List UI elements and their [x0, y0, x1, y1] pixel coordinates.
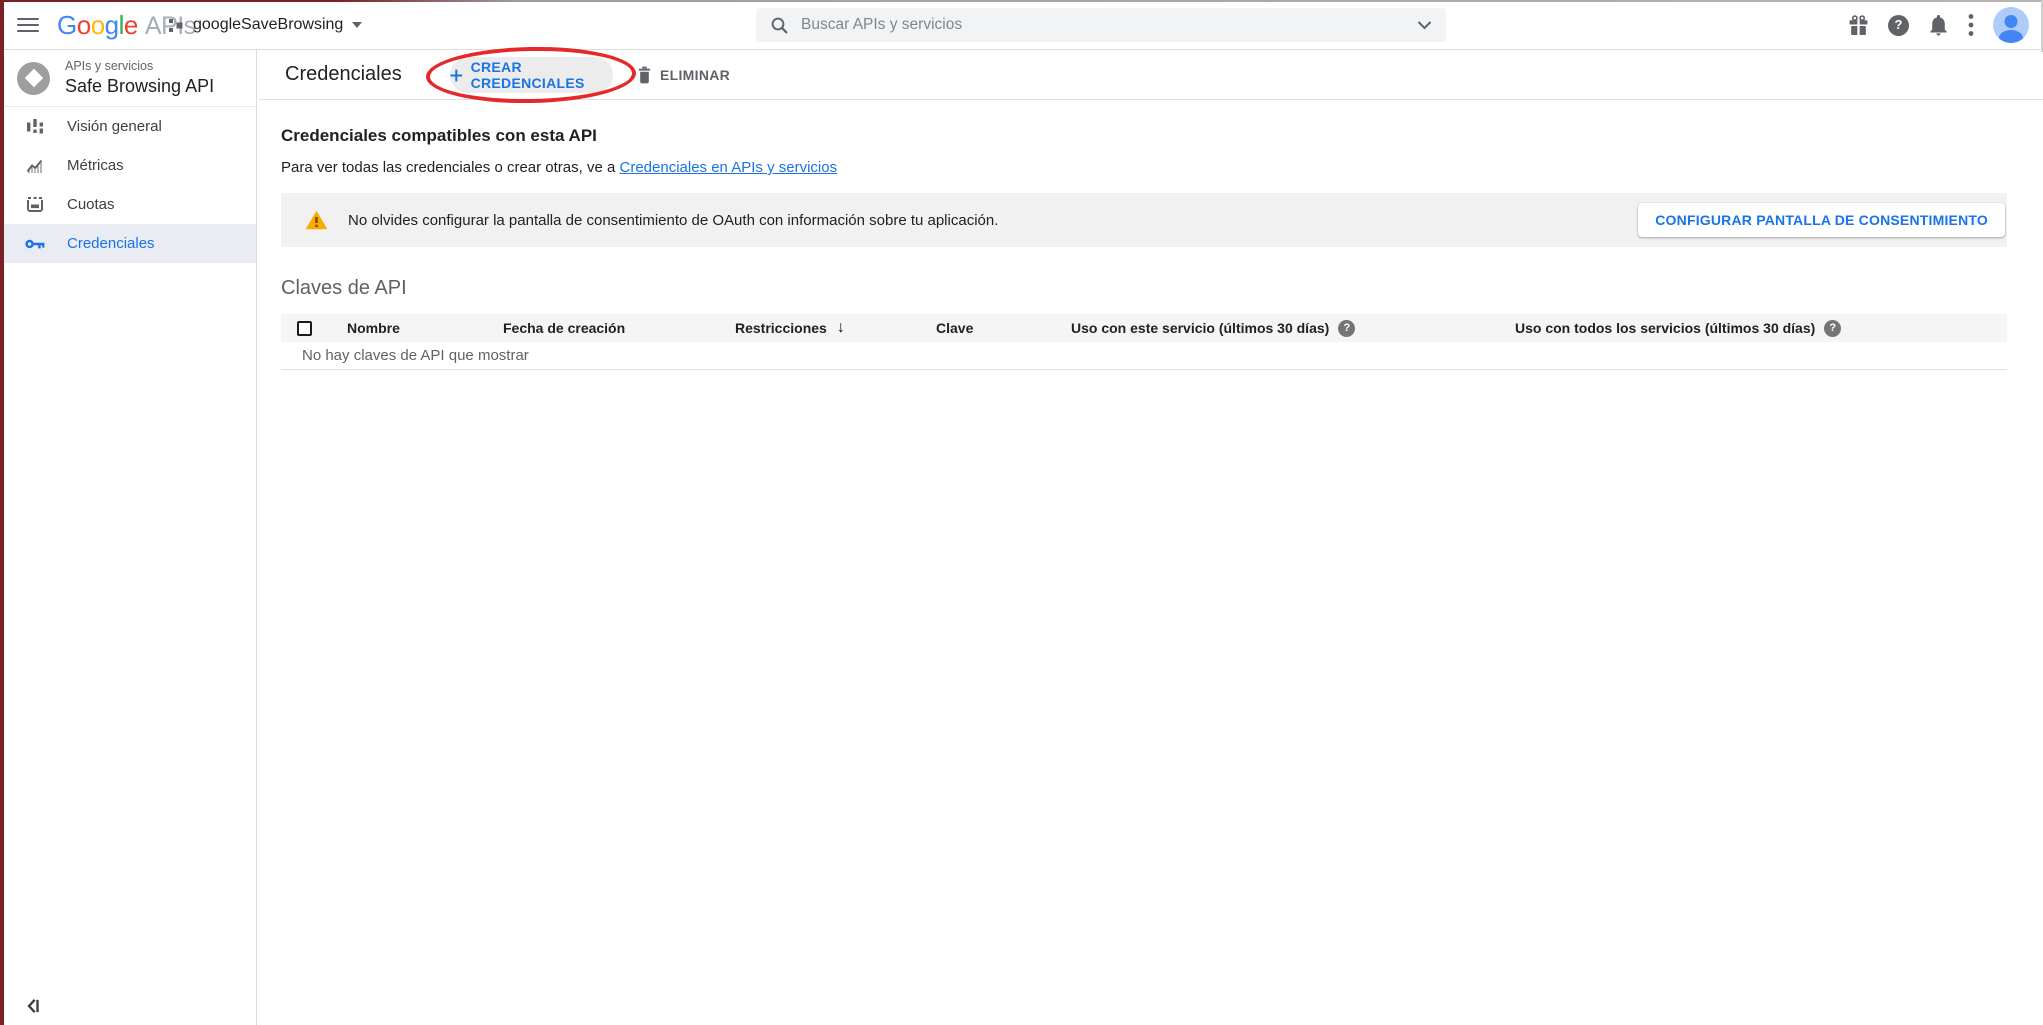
main-area: Credenciales CREAR CREDENCIALES ELIMINAR…	[258, 50, 2043, 1025]
delete-button-label: ELIMINAR	[660, 67, 730, 83]
column-header-creation-date[interactable]: Fecha de creación	[503, 320, 735, 336]
sidebar-nav: Visión general Métricas	[0, 107, 256, 263]
sidebar-item-credenciales[interactable]: Credenciales	[0, 224, 256, 263]
project-name: googleSaveBrowsing	[193, 16, 343, 34]
column-header-name[interactable]: Nombre	[347, 320, 503, 336]
topbar-actions	[1848, 0, 2029, 50]
sidebar-section-label: APIs y servicios	[65, 59, 214, 73]
collapse-sidebar-icon[interactable]	[24, 997, 42, 1015]
column-header-usage-all[interactable]: Uso con todos los servicios (últimos 30 …	[1515, 320, 2007, 337]
search-expand-chevron-icon[interactable]	[1417, 21, 1432, 30]
quotas-icon	[25, 196, 45, 213]
usage-all-label: Uso con todos los servicios (últimos 30 …	[1515, 320, 1815, 336]
sidebar: APIs y servicios Safe Browsing API Visió…	[0, 50, 257, 1025]
configure-consent-screen-button[interactable]: CONFIGURAR PANTALLA DE CONSENTIMIENTO	[1638, 203, 2005, 237]
overview-icon	[25, 118, 45, 135]
metrics-icon	[25, 158, 45, 174]
trash-icon	[637, 66, 652, 84]
chevron-down-icon	[352, 22, 362, 28]
warning-message: No olvides configurar la pantalla de con…	[348, 212, 998, 229]
empty-table-message: No hay claves de API que mostrar	[281, 342, 2007, 370]
project-switcher-icon	[167, 17, 184, 34]
notifications-bell-icon[interactable]	[1928, 14, 1949, 36]
usage-service-label: Uso con este servicio (últimos 30 días)	[1071, 320, 1329, 336]
credentials-subtext: Para ver todas las credenciales o crear …	[281, 159, 2007, 176]
api-keys-table: Nombre Fecha de creación Restricciones ↓…	[281, 314, 2007, 370]
help-icon[interactable]	[1888, 15, 1909, 36]
table-header-row: Nombre Fecha de creación Restricciones ↓…	[281, 314, 2007, 342]
delete-button[interactable]: ELIMINAR	[637, 50, 730, 100]
sidebar-header: APIs y servicios Safe Browsing API	[0, 50, 256, 107]
oauth-warning-banner: No olvides configurar la pantalla de con…	[281, 193, 2007, 247]
gift-icon[interactable]	[1848, 15, 1869, 36]
column-header-usage-service[interactable]: Uso con este servicio (últimos 30 días)	[1071, 320, 1515, 337]
screenshot-left-edge	[0, 0, 4, 1025]
more-kebab-icon[interactable]	[1968, 13, 1974, 37]
screenshot-top-edge	[0, 0, 2043, 2]
sidebar-item-cuotas[interactable]: Cuotas	[0, 185, 256, 224]
warning-icon	[305, 210, 328, 230]
column-help-icon[interactable]	[1824, 320, 1841, 337]
avatar-head	[2005, 15, 2018, 28]
sidebar-item-metricas[interactable]: Métricas	[0, 146, 256, 185]
sidebar-item-label: Visión general	[67, 118, 162, 135]
sidebar-item-label: Cuotas	[67, 196, 115, 213]
column-header-restrictions[interactable]: Restricciones ↓	[735, 319, 936, 337]
subtext-prefix: Para ver todas las credenciales o crear …	[281, 159, 620, 176]
avatar[interactable]	[1993, 7, 2029, 43]
google-logo-text: Google	[57, 10, 138, 41]
page-header: Credenciales CREAR CREDENCIALES ELIMINAR	[258, 50, 2043, 100]
sidebar-item-label: Métricas	[67, 157, 124, 174]
api-service-icon	[17, 62, 50, 95]
sidebar-item-vision-general[interactable]: Visión general	[0, 107, 256, 146]
restrictions-label: Restricciones	[735, 320, 827, 336]
plus-icon	[450, 68, 463, 83]
credentials-link[interactable]: Credenciales en APIs y servicios	[620, 159, 838, 176]
column-header-key[interactable]: Clave	[936, 320, 1071, 336]
page-title: Credenciales	[285, 63, 402, 86]
select-all-checkbox[interactable]	[297, 321, 312, 336]
project-switcher[interactable]: googleSaveBrowsing	[167, 0, 362, 50]
search-icon	[770, 16, 789, 35]
select-all-cell	[281, 321, 347, 336]
create-credentials-button[interactable]: CREAR CREDENCIALES	[450, 57, 613, 93]
search-bar[interactable]	[756, 8, 1446, 42]
page-content: Credenciales compatibles con esta API Pa…	[258, 126, 2043, 370]
top-app-bar: Google APIs googleSaveBrowsing	[0, 0, 2043, 50]
sort-descending-icon[interactable]: ↓	[837, 319, 845, 337]
section-heading: Credenciales compatibles con esta API	[281, 126, 2007, 146]
menu-icon[interactable]	[17, 18, 39, 32]
key-icon	[25, 238, 45, 250]
sidebar-api-title: Safe Browsing API	[65, 76, 214, 97]
search-input[interactable]	[801, 16, 1417, 34]
column-help-icon[interactable]	[1338, 320, 1355, 337]
create-credentials-label: CREAR CREDENCIALES	[471, 59, 613, 91]
avatar-body	[1999, 30, 2023, 43]
sidebar-item-label: Credenciales	[67, 235, 155, 252]
api-keys-heading: Claves de API	[281, 277, 2007, 300]
